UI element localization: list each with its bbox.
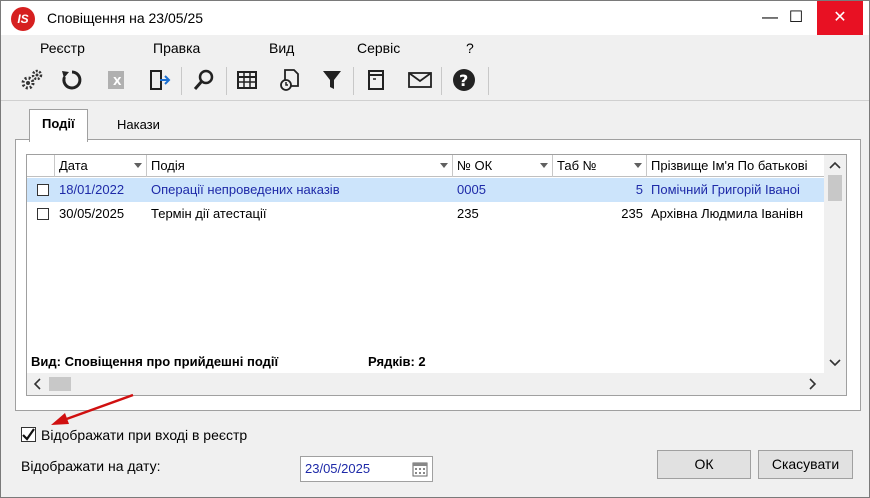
menu-help[interactable]: ? (466, 40, 474, 56)
menu-bar: Реєстр Правка Вид Сервіс ? (1, 37, 869, 59)
header-checkbox-col (27, 155, 55, 177)
cell-event: Операції непроведених наказів (151, 182, 340, 197)
svg-text:X: X (113, 75, 122, 88)
refresh-icon[interactable] (57, 65, 87, 95)
cell-ok: 0005 (457, 182, 486, 197)
excel-export-icon[interactable]: X (101, 65, 131, 95)
show-on-entry-checkbox[interactable] (21, 427, 36, 442)
menu-view[interactable]: Вид (269, 40, 294, 56)
date-field-value: 23/05/2025 (305, 461, 371, 476)
app-logo-icon: IS (11, 7, 35, 31)
header-name[interactable]: Прізвище Ім'я По батькові (647, 155, 824, 177)
toolbar-separator (488, 67, 489, 95)
toolbar-separator (181, 67, 182, 95)
cell-name: Помічний Григорій Іваноі (651, 182, 800, 197)
ok-button[interactable]: ОК (657, 450, 751, 479)
chevron-down-icon[interactable] (134, 163, 142, 168)
header-date[interactable]: Дата (55, 155, 147, 177)
cell-event: Термін дії атестації (151, 206, 267, 221)
toolbar: X ? (1, 61, 869, 101)
help-icon[interactable]: ? (449, 65, 479, 95)
cell-date: 30/05/2025 (59, 206, 125, 221)
document-clock-icon[interactable] (275, 65, 305, 95)
table-row[interactable]: 30/05/2025 Термін дії атестації 235 235 … (27, 202, 824, 226)
cell-tab: 235 (621, 206, 643, 221)
chevron-right-icon[interactable] (809, 378, 817, 390)
chevron-down-icon[interactable] (829, 359, 841, 367)
header-event-label: Подія (151, 158, 185, 173)
svg-text:?: ? (459, 71, 468, 90)
row-checkbox[interactable] (37, 208, 49, 220)
red-arrow-icon (51, 393, 134, 425)
header-tab[interactable]: Таб № (553, 155, 647, 177)
grid-view-icon[interactable] (232, 65, 262, 95)
show-on-entry-label[interactable]: Відображати при вході в реєстр (41, 427, 247, 443)
header-ok-label: № ОК (457, 158, 493, 173)
menu-service[interactable]: Сервіс (357, 40, 400, 56)
header-ok[interactable]: № ОК (453, 155, 553, 177)
grid-header: Дата Подія № ОК Таб № Прізвище Ім'я По б… (27, 155, 824, 177)
show-on-date-label: Відображати на дату: (21, 458, 161, 474)
toolbar-separator (226, 67, 227, 95)
horizontal-scrollbar[interactable] (27, 373, 846, 395)
filter-icon[interactable] (317, 65, 347, 95)
horizontal-scroll-thumb[interactable] (49, 377, 71, 391)
chevron-up-icon[interactable] (829, 161, 841, 169)
tab-orders[interactable]: Накази (105, 111, 172, 141)
tab-events[interactable]: Події (29, 109, 88, 142)
calendar-icon[interactable] (412, 461, 428, 477)
header-tab-label: Таб № (557, 158, 597, 173)
checkmark-icon (22, 428, 35, 441)
window-title: Сповіщення на 23/05/25 (47, 10, 204, 26)
menu-edit[interactable]: Правка (153, 40, 200, 56)
row-checkbox[interactable] (37, 184, 49, 196)
notification-window: IS Сповіщення на 23/05/25 — ☐ ✕ Реєстр П… (0, 0, 870, 498)
chevron-down-icon[interactable] (540, 163, 548, 168)
header-date-label: Дата (59, 158, 88, 173)
rows-count: Рядків: 2 (368, 354, 426, 369)
search-icon[interactable] (189, 65, 219, 95)
vertical-scroll-thumb[interactable] (828, 175, 842, 201)
note-icon[interactable] (361, 65, 391, 95)
cell-name: Архівна Людмила Іванівн (651, 206, 804, 221)
maximize-button[interactable]: ☐ (773, 1, 819, 35)
menu-registry[interactable]: Реєстр (40, 40, 85, 56)
header-name-label: Прізвище Ім'я По батькові (651, 158, 808, 173)
title-bar: IS Сповіщення на 23/05/25 — ☐ ✕ (1, 1, 869, 35)
cell-ok: 235 (457, 206, 479, 221)
chevron-left-icon[interactable] (33, 378, 41, 390)
exit-door-icon[interactable] (144, 65, 174, 95)
table-row[interactable]: 18/01/2022 Операції непроведених наказів… (27, 178, 824, 202)
view-status: Вид: Сповіщення про прийдешні події (31, 354, 279, 369)
vertical-scrollbar[interactable] (824, 155, 846, 375)
close-button[interactable]: ✕ (817, 1, 863, 35)
mail-icon[interactable] (405, 65, 435, 95)
settings-gears-icon[interactable] (17, 65, 47, 95)
toolbar-separator (353, 67, 354, 95)
date-field[interactable]: 23/05/2025 (300, 456, 433, 482)
chevron-down-icon[interactable] (440, 163, 448, 168)
header-event[interactable]: Подія (147, 155, 453, 177)
chevron-down-icon[interactable] (634, 163, 642, 168)
toolbar-separator (441, 67, 442, 95)
cell-date: 18/01/2022 (59, 182, 125, 197)
cell-tab: 5 (635, 182, 643, 197)
cancel-button[interactable]: Скасувати (758, 450, 853, 479)
